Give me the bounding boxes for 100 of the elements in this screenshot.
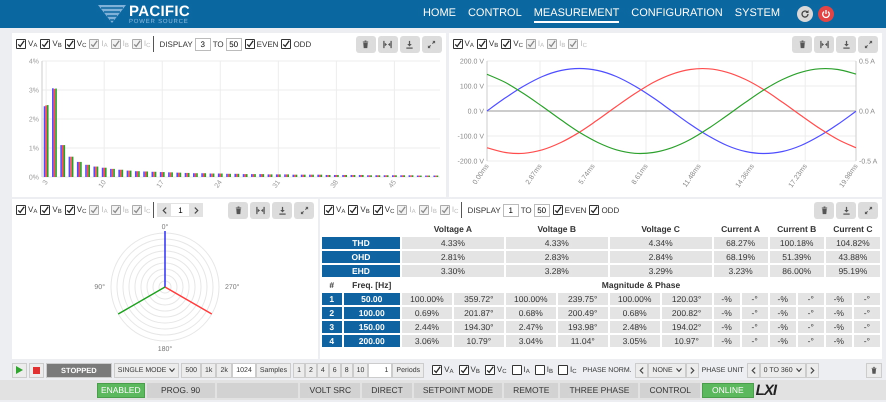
row-header: 4 bbox=[322, 335, 342, 347]
table-cell: 3.05% bbox=[610, 335, 660, 347]
checkbox-label: ODD bbox=[293, 40, 312, 48]
table-cell: 68.27% bbox=[714, 237, 768, 249]
checkbox-label: I$_{A}$ bbox=[524, 365, 530, 375]
table-cell: 10.97° bbox=[662, 335, 712, 347]
display-label: DISPLAY bbox=[159, 40, 193, 48]
from-field[interactable]: 3 bbox=[194, 38, 211, 50]
table-cell: 0.68% bbox=[506, 307, 556, 319]
checkbox-label: I$_{B}$ bbox=[122, 205, 129, 215]
nav-link[interactable]: HOME bbox=[422, 5, 456, 23]
table-cell: 2.44% bbox=[402, 321, 452, 333]
checkbox-label: I$_{B}$ bbox=[122, 39, 129, 49]
table-cell: 200.82° bbox=[662, 307, 712, 319]
table-cell: -% bbox=[826, 321, 852, 333]
row-header: THD bbox=[322, 237, 400, 249]
table-cell: -% bbox=[714, 321, 740, 333]
row-header: 1 bbox=[322, 293, 342, 305]
table-cell: 100.18% bbox=[770, 237, 824, 249]
checkbox-label: V$_{C}$ bbox=[513, 39, 523, 49]
table-cell: -° bbox=[742, 335, 768, 347]
table-cell: -% bbox=[770, 293, 796, 305]
checkbox-label: I$_{B}$ bbox=[430, 205, 437, 215]
from-field[interactable]: 1 bbox=[502, 204, 519, 216]
checkbox-label: V$_{C}$ bbox=[76, 39, 86, 49]
checkbox-label: V$_{A}$ bbox=[28, 39, 38, 49]
column-header: Freq. [Hz] bbox=[351, 279, 392, 291]
checkbox-label: I$_{C}$ bbox=[570, 365, 577, 375]
table-cell: 120.03° bbox=[662, 293, 712, 305]
status-field: THREE PHASE bbox=[560, 382, 638, 398]
table-cell: 3.04% bbox=[506, 335, 556, 347]
status-field: PROG. 90 bbox=[146, 382, 215, 398]
table-cell: -° bbox=[798, 293, 824, 305]
checkbox-label: V$_{C}$ bbox=[496, 365, 507, 375]
table-cell: -% bbox=[826, 307, 852, 319]
table-cell: -% bbox=[826, 293, 852, 305]
table-cell: -° bbox=[742, 321, 768, 333]
status-field: VOLT SRC bbox=[300, 382, 360, 398]
table-cell: 194.02° bbox=[662, 321, 712, 333]
checkbox-label: V$_{A}$ bbox=[464, 39, 474, 49]
table-cell: 3.06% bbox=[402, 335, 452, 347]
table-cell: -° bbox=[798, 321, 824, 333]
table-cell: 104.82% bbox=[826, 237, 880, 249]
table-cell: 3.23% bbox=[714, 265, 768, 277]
table-cell: 0.68% bbox=[610, 307, 660, 319]
to-field[interactable]: 50 bbox=[534, 204, 550, 216]
table-cell: 239.75° bbox=[558, 293, 608, 305]
checkbox-label: V$_{B}$ bbox=[52, 205, 62, 215]
row-header: OHD bbox=[322, 251, 400, 263]
table-cell: 2.83% bbox=[506, 251, 608, 263]
table-cell: -% bbox=[714, 293, 740, 305]
row-header: 3 bbox=[322, 321, 342, 333]
table-cell: 11.04° bbox=[558, 335, 608, 347]
to-label: TO bbox=[520, 206, 532, 214]
table-cell: 43.88% bbox=[826, 251, 880, 263]
status-field: CONTROL bbox=[640, 382, 700, 398]
table-cell: 2.48% bbox=[610, 321, 660, 333]
column-header: Current B bbox=[776, 223, 818, 235]
table-cell: -% bbox=[714, 307, 740, 319]
column-header: Voltage A bbox=[432, 223, 474, 235]
nav-link[interactable]: CONTROL bbox=[468, 5, 522, 23]
column-header: Current A bbox=[720, 223, 762, 235]
table-cell: 100.00% bbox=[610, 293, 660, 305]
table-cell: 194.30° bbox=[454, 321, 504, 333]
page-field[interactable]: 1 bbox=[171, 203, 190, 217]
table-cell: -° bbox=[798, 335, 824, 347]
table-cell: 4.33% bbox=[402, 237, 504, 249]
to-field[interactable]: 50 bbox=[226, 38, 242, 50]
table-cell: 3.29% bbox=[610, 265, 712, 277]
display-label: DISPLAY bbox=[467, 206, 501, 214]
row-header: 150.00 bbox=[344, 321, 400, 333]
column-header: Current C bbox=[832, 223, 874, 235]
table-cell: 3.30% bbox=[402, 265, 504, 277]
column-header: Voltage C bbox=[640, 223, 681, 235]
table-cell: -° bbox=[742, 293, 768, 305]
table-cell: -% bbox=[770, 307, 796, 319]
table-cell: 2.81% bbox=[402, 251, 504, 263]
table-cell: -° bbox=[742, 307, 768, 319]
status-field: DIRECT bbox=[362, 382, 412, 398]
nav-link[interactable]: MEASUREMENT bbox=[534, 5, 620, 23]
table-cell: 2.47% bbox=[506, 321, 556, 333]
to-label: TO bbox=[212, 40, 224, 48]
checkbox-label: V$_{B}$ bbox=[52, 39, 62, 49]
table-cell: 51.39% bbox=[770, 251, 824, 263]
table-cell: -° bbox=[854, 307, 880, 319]
table-cell: 0.69% bbox=[402, 307, 452, 319]
table-cell: 359.72° bbox=[454, 293, 504, 305]
logo: LXI bbox=[756, 382, 776, 398]
status-indicator: ONLINE bbox=[702, 382, 754, 398]
nav-link[interactable]: SYSTEM bbox=[734, 5, 780, 23]
checkbox-label: V$_{A}$ bbox=[336, 205, 346, 215]
checkbox-label: I$_{B}$ bbox=[546, 365, 554, 375]
nav-link[interactable]: CONFIGURATION bbox=[631, 5, 723, 23]
table-cell: -° bbox=[854, 293, 880, 305]
logo-name: PACIFIC bbox=[129, 4, 190, 18]
column-header: Voltage B bbox=[536, 223, 578, 235]
checkbox-label: EVEN bbox=[564, 206, 586, 214]
table-cell: -° bbox=[798, 307, 824, 319]
table-cell: 10.79° bbox=[454, 335, 504, 347]
checkbox-label: V$_{A}$ bbox=[444, 365, 454, 375]
